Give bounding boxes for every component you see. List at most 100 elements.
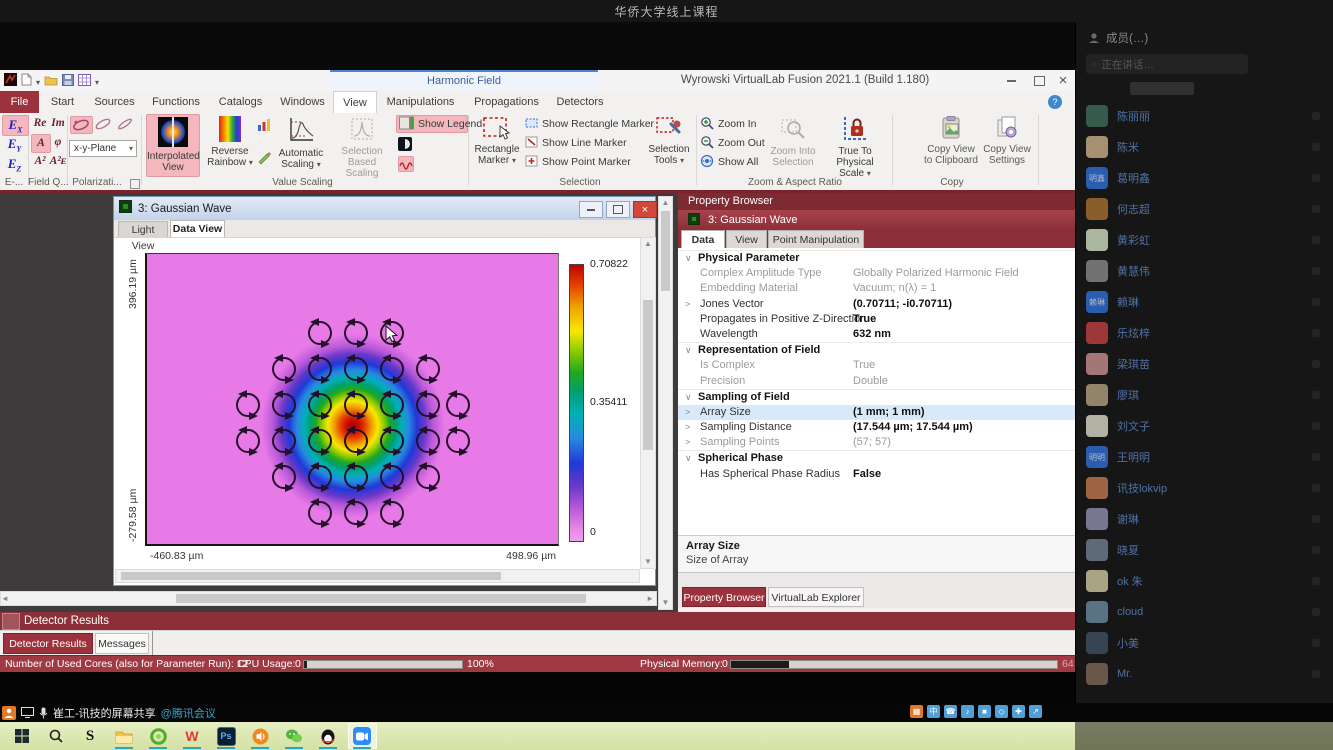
phase-view-icon[interactable] (398, 156, 414, 172)
interpolated-view-button[interactable]: Interpolated View (146, 114, 200, 177)
tab-light-view[interactable]: Light View (118, 221, 168, 237)
tab-data-view[interactable]: Data View (170, 220, 225, 237)
meeting-toolbar-icon-5[interactable]: ■ (978, 705, 991, 718)
ribbon-tab-view[interactable]: View (333, 91, 377, 113)
ribbon-tab-sources[interactable]: Sources (86, 91, 143, 113)
participant-row[interactable]: 乐炫梓 (1086, 320, 1324, 346)
scroll-down-icon[interactable]: ▼ (659, 597, 672, 609)
expand-icon[interactable]: > (685, 435, 697, 450)
taskbar-icon-wechat[interactable] (284, 726, 304, 746)
contrast-view-icon[interactable] (398, 137, 412, 156)
save-icon[interactable] (62, 73, 74, 91)
document-horizontal-scrollbar[interactable] (115, 569, 640, 583)
scroll-left-icon[interactable]: ◄ (1, 592, 9, 605)
taskbar-icon-explorer[interactable] (114, 726, 134, 746)
participant-row[interactable]: 刘文子 (1086, 413, 1324, 439)
scroll-down-icon[interactable]: ▼ (641, 556, 655, 568)
detector-results-header[interactable]: Detector Results (0, 612, 1075, 630)
scroll-right-icon[interactable]: ► (646, 592, 654, 605)
participant-row[interactable]: 晓夏 (1086, 537, 1324, 563)
copy-view-settings-button[interactable]: Copy View Settings (980, 114, 1034, 177)
taskbar-icon-photoshop[interactable]: Ps (216, 726, 236, 746)
participant-row[interactable]: cloud (1086, 599, 1324, 625)
field-quantity-button-5[interactable]: A² (31, 153, 49, 170)
close-button[interactable]: × (1052, 73, 1074, 88)
taskbar-icon-audio[interactable] (250, 726, 270, 746)
field-quantity-button-2[interactable]: Im (49, 115, 67, 132)
dialog-launcher-icon[interactable] (130, 179, 140, 189)
meeting-toolbar-icon-1[interactable]: ▦ (910, 705, 923, 718)
field-quantity-button-6[interactable]: A²ᴇ (49, 153, 67, 170)
meeting-toolbar-icon-4[interactable]: ♪ (961, 705, 974, 718)
scrollbar-thumb[interactable] (121, 572, 501, 580)
edit-scaling-icon[interactable] (257, 150, 271, 169)
document-vertical-scrollbar[interactable]: ▲ ▼ (640, 237, 656, 569)
meeting-toolbar-icon-6[interactable]: ◇ (995, 705, 1008, 718)
scrollbar-thumb[interactable] (643, 300, 653, 450)
doc-minimize-button[interactable] (579, 201, 603, 218)
scroll-up-icon[interactable]: ▲ (659, 197, 672, 209)
tab-property-browser[interactable]: Property Browser (682, 587, 766, 607)
expand-icon[interactable]: > (685, 297, 697, 312)
new-document-icon[interactable] (21, 73, 32, 91)
polarization-ellipse-3-button[interactable] (115, 116, 136, 132)
participant-row[interactable]: 谢琳 (1086, 506, 1324, 532)
doc-restore-button[interactable] (606, 201, 630, 218)
polarization-ellipse-2-button[interactable] (93, 116, 114, 132)
tab-detector-results[interactable]: Detector Results (3, 633, 93, 654)
taskbar-icon-qq[interactable] (318, 726, 338, 746)
participant-row[interactable]: 讯技lokvip (1086, 475, 1324, 501)
scrollbar-thumb[interactable] (661, 211, 670, 291)
tree-property-row[interactable]: Has Spherical Phase RadiusFalse (678, 467, 1075, 482)
maximize-button[interactable] (1028, 73, 1050, 88)
ribbon-tab-catalogs[interactable]: Catalogs (209, 91, 272, 113)
selection-tools-button[interactable]: Selection Tools ▾ (646, 114, 692, 177)
tree-property-row[interactable]: Complex Amplitude TypeGlobally Polarized… (678, 266, 1075, 281)
scroll-up-icon[interactable]: ▲ (641, 238, 655, 250)
automatic-scaling-button[interactable]: Automatic Scaling ▾ (273, 114, 329, 177)
document-title-bar[interactable]: 3: Gaussian Wave × (114, 197, 655, 220)
tree-category-row[interactable]: ∨Representation of Field (678, 342, 1075, 358)
mdi-vertical-scrollbar[interactable]: ▲ ▼ (658, 196, 673, 610)
expand-icon[interactable]: > (685, 405, 697, 420)
taskbar-icon-browser[interactable] (148, 726, 168, 746)
qat-customize-caret-icon[interactable]: ▾ (95, 78, 99, 87)
tree-property-row[interactable]: >Jones Vector(0.70711; -i0.70711) (678, 297, 1075, 312)
tree-property-row[interactable]: Embedding MaterialVacuum; n(λ) = 1 (678, 281, 1075, 296)
zoom-in-button[interactable]: Zoom In (700, 115, 757, 133)
field-quantity-button-3[interactable]: A (31, 134, 51, 153)
participant-row[interactable]: 陈米 (1086, 134, 1324, 160)
taskbar-icon-start[interactable] (12, 726, 32, 746)
rectangle-marker-button[interactable]: Rectangle Marker ▾ (472, 114, 522, 177)
ribbon-tab-manipulations[interactable]: Manipulations (377, 91, 464, 113)
show-line-marker-toggle[interactable]: Show Line Marker (525, 134, 627, 152)
copy-view-to-clipboard-button[interactable]: Copy View to Clipboard (924, 114, 978, 177)
expand-icon[interactable]: > (685, 420, 697, 435)
table-tool-icon[interactable] (78, 73, 91, 91)
collapse-icon[interactable]: ∨ (685, 390, 697, 405)
e-component-button-y[interactable]: EY (2, 135, 27, 154)
ribbon-tab-file[interactable]: File (0, 91, 39, 113)
tab-messages[interactable]: Messages (95, 633, 149, 654)
participant-row[interactable]: ok 朱 (1086, 568, 1324, 594)
participant-row[interactable]: 赖琳赖琳 (1086, 289, 1324, 315)
participant-row[interactable]: 小美 (1086, 630, 1324, 656)
taskbar-icon-meeting[interactable] (352, 726, 372, 746)
tree-property-row[interactable]: Is ComplexTrue (678, 358, 1075, 373)
new-dropdown-caret-icon[interactable]: ▾ (36, 78, 40, 87)
property-browser-header[interactable]: Property Browser (678, 193, 1075, 210)
share-meeting-link[interactable]: @腾讯会议 (161, 705, 216, 721)
show-legend-button[interactable]: Show Legend (396, 115, 468, 133)
true-to-physical-scale-button[interactable]: True To Physical Scale ▾ (824, 114, 886, 177)
taskbar-icon-search[interactable] (46, 726, 66, 746)
collapse-icon[interactable]: ∨ (685, 343, 697, 358)
scrollbar-thumb[interactable] (176, 594, 586, 603)
tree-property-row[interactable]: >Sampling Points(57; 57) (678, 435, 1075, 450)
reverse-rainbow-button[interactable]: Reverse Rainbow ▾ (204, 114, 256, 177)
ribbon-tab-windows[interactable]: Windows (272, 91, 333, 113)
tree-property-row[interactable]: PrecisionDouble (678, 374, 1075, 389)
scaling-chart-icon[interactable] (257, 118, 271, 137)
collapse-icon[interactable]: ∨ (685, 251, 697, 266)
meeting-toolbar-icon-8[interactable]: ↗ (1029, 705, 1042, 718)
polarization-plane-dropdown[interactable]: x-y-Plane▾ (69, 140, 137, 157)
